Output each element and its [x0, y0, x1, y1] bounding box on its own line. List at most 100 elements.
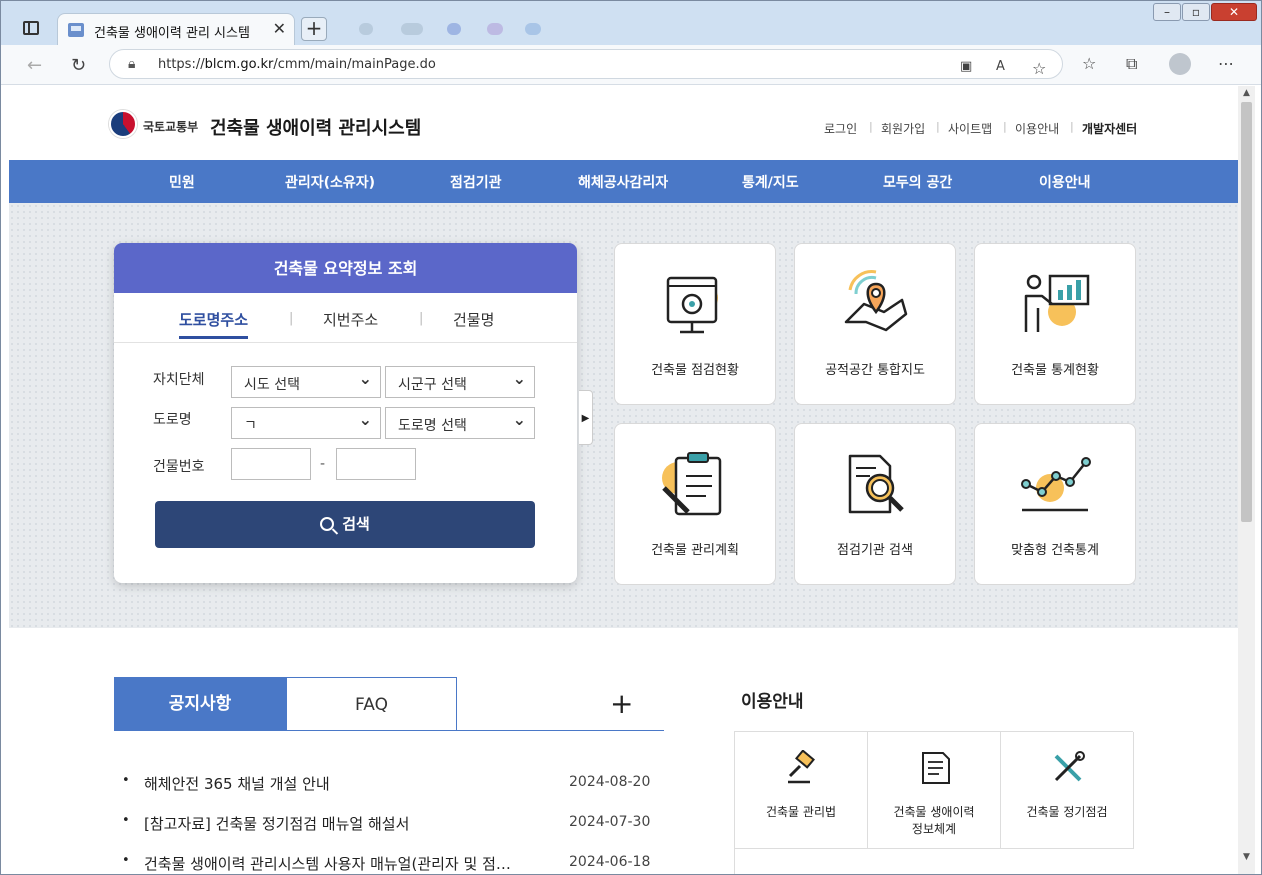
nav-guide[interactable]: 이용안내: [1039, 172, 1091, 192]
quick-card-building-stats[interactable]: 건축물 통계현황: [974, 243, 1136, 405]
ministry-name[interactable]: 국토교통부: [143, 118, 198, 135]
tab-lot-address[interactable]: 지번주소: [323, 309, 378, 330]
hero-section: 건축물 요약정보 조회 도로명주소 | 지번주소 | 건물명 자치단체 시도 선…: [9, 203, 1238, 628]
nav-owner[interactable]: 관리자(소유자): [285, 172, 375, 192]
quick-card-inspection-status[interactable]: 건축물 점검현황: [614, 243, 776, 405]
minimize-button[interactable]: –: [1153, 3, 1181, 21]
browser-tab[interactable]: 건축물 생애이력 관리 시스템 ✕: [57, 13, 295, 46]
guide-item-lifecycle-system[interactable]: 건축물 생애이력 정보체계: [868, 732, 1001, 849]
sitemap-link[interactable]: 사이트맵: [948, 120, 992, 137]
profile-avatar[interactable]: [1169, 53, 1191, 75]
maximize-button[interactable]: ▫: [1182, 3, 1210, 21]
initial-consonant-select[interactable]: ㄱ: [231, 407, 381, 439]
close-window-button[interactable]: ✕: [1211, 3, 1257, 21]
road-name-select[interactable]: 도로명 선택: [385, 407, 535, 439]
signup-link[interactable]: 회원가입: [881, 120, 925, 137]
scrollbar-thumb[interactable]: [1241, 102, 1252, 522]
search-button[interactable]: 검색: [155, 501, 535, 548]
refresh-icon[interactable]: ↻: [71, 55, 86, 76]
tools-icon: [1054, 751, 1085, 782]
lock-icon[interactable]: 🔒︎: [128, 56, 135, 72]
nav-inspection-agency[interactable]: 점검기관: [450, 172, 502, 192]
quick-card-agency-search[interactable]: 점검기관 검색: [794, 423, 956, 585]
tracking-icon[interactable]: ▣: [960, 59, 972, 74]
search-panel-title: 건축물 요약정보 조회: [114, 243, 577, 293]
search-icon: [320, 517, 335, 531]
notice-title[interactable]: 건축물 생애이력 관리시스템 사용자 매뉴얼(관리자 및 점검기관용): [144, 853, 524, 874]
blurred-tab-icon: [487, 23, 503, 35]
notice-title[interactable]: [참고자료] 건축물 정기점검 매뉴얼 해설서: [144, 813, 524, 834]
guide-link[interactable]: 이용안내: [1015, 120, 1059, 137]
nav-stats-map[interactable]: 통계/지도: [742, 172, 799, 192]
quick-card-public-space-map[interactable]: 공적공간 통합지도: [794, 243, 956, 405]
nav-civil[interactable]: 민원: [169, 172, 195, 192]
quick-card-label: 건축물 관리계획: [651, 543, 739, 558]
quick-card-label: 맞춤형 건축통계: [1011, 543, 1099, 558]
quick-card-label: 공적공간 통합지도: [825, 363, 925, 378]
site-title[interactable]: 건축물 생애이력 관리시스템: [210, 114, 421, 140]
presenter-chart-icon: [1024, 274, 1090, 332]
tab-road-address[interactable]: 도로명주소: [179, 309, 249, 339]
tab-faq[interactable]: FAQ: [286, 677, 457, 731]
guide-grid: 건축물 관리법 건축물 생애이력 정보체계 건축물 정기점검: [734, 731, 1134, 874]
map-pin-icon: [844, 270, 908, 332]
tab-notice[interactable]: 공지사항: [114, 677, 286, 731]
building-search-panel: 건축물 요약정보 조회 도로명주소 | 지번주소 | 건물명 자치단체 시도 선…: [114, 243, 577, 583]
nav-public-space[interactable]: 모두의 공간: [883, 172, 952, 192]
guide-item-building-act[interactable]: 건축물 관리법: [735, 732, 868, 849]
bullet: •: [122, 773, 130, 788]
tab-actions-icon[interactable]: [23, 21, 39, 35]
divider: |: [936, 120, 940, 133]
sub-number-input[interactable]: [336, 448, 416, 480]
guide-item-regular-inspection[interactable]: 건축물 정기점검: [1001, 732, 1134, 849]
more-notices-button[interactable]: +: [610, 687, 633, 720]
divider: |: [289, 311, 294, 326]
guide-item-label: 건축물 관리법: [765, 805, 837, 819]
quick-card-label: 점검기관 검색: [837, 543, 913, 558]
page-scrollbar[interactable]: ▲ ▼: [1238, 86, 1255, 874]
notice-title[interactable]: 해체안전 365 채널 개설 안내: [144, 773, 524, 794]
blurred-tab-icon: [359, 23, 373, 35]
developer-center-link[interactable]: 개발자센터: [1082, 120, 1137, 137]
tab-close-icon[interactable]: ✕: [273, 19, 286, 38]
tab-building-name[interactable]: 건물명: [453, 309, 494, 330]
scroll-down-icon[interactable]: ▼: [1243, 852, 1250, 862]
clipboard-pen-icon: [662, 452, 722, 516]
notice-date: 2024-08-20: [569, 774, 651, 790]
panel-toggle-button[interactable]: ▶: [579, 390, 593, 445]
new-tab-button[interactable]: +: [301, 17, 327, 41]
notice-date: 2024-06-18: [569, 854, 651, 870]
line-graph-icon: [1021, 457, 1091, 512]
ministry-logo[interactable]: [109, 110, 137, 138]
document-icon: [922, 752, 950, 784]
quick-card-management-plan[interactable]: 건축물 관리계획: [614, 423, 776, 585]
browser-window: 건축물 생애이력 관리 시스템 ✕ + – ▫ ✕ ← ↻ 🔒︎ https:/…: [0, 0, 1262, 875]
tab-underline: [457, 730, 664, 731]
divider: |: [419, 311, 424, 326]
scroll-up-icon[interactable]: ▲: [1243, 88, 1250, 98]
main-number-input[interactable]: [231, 448, 311, 480]
more-menu-icon[interactable]: ⋯: [1218, 54, 1234, 73]
read-aloud-icon[interactable]: A: [996, 59, 1005, 74]
guide-item-label: 건축물 생애이력 정보체계: [893, 805, 975, 836]
back-icon[interactable]: ←: [27, 55, 42, 76]
login-link[interactable]: 로그인: [824, 120, 857, 137]
add-favorite-icon[interactable]: ☆: [1032, 59, 1046, 78]
quick-card-custom-stats[interactable]: 맞춤형 건축통계: [974, 423, 1136, 585]
sido-select[interactable]: 시도 선택: [231, 366, 381, 398]
guide-item-label: 건축물 정기점검: [1026, 805, 1108, 819]
number-dash: -: [320, 456, 326, 472]
address-bar[interactable]: 🔒︎ https://blcm.go.kr/cmm/main/mainPage.…: [109, 49, 1063, 79]
tab-title: 건축물 생애이력 관리 시스템: [94, 26, 250, 41]
collections-icon[interactable]: ⧉: [1126, 54, 1137, 74]
divider: |: [1070, 120, 1074, 133]
quick-card-label: 건축물 통계현황: [1011, 363, 1099, 378]
address-bar-row: ← ↻ 🔒︎ https://blcm.go.kr/cmm/main/mainP…: [1, 45, 1261, 85]
road-label: 도로명: [153, 412, 192, 428]
nav-demolition-supervisor[interactable]: 해체공사감리자: [578, 172, 668, 192]
building-number-label: 건물번호: [153, 459, 205, 475]
favorites-icon[interactable]: ☆: [1082, 54, 1096, 73]
favicon-icon: [68, 23, 84, 37]
bullet: •: [122, 813, 130, 828]
sigungu-select[interactable]: 시군구 선택: [385, 366, 535, 398]
